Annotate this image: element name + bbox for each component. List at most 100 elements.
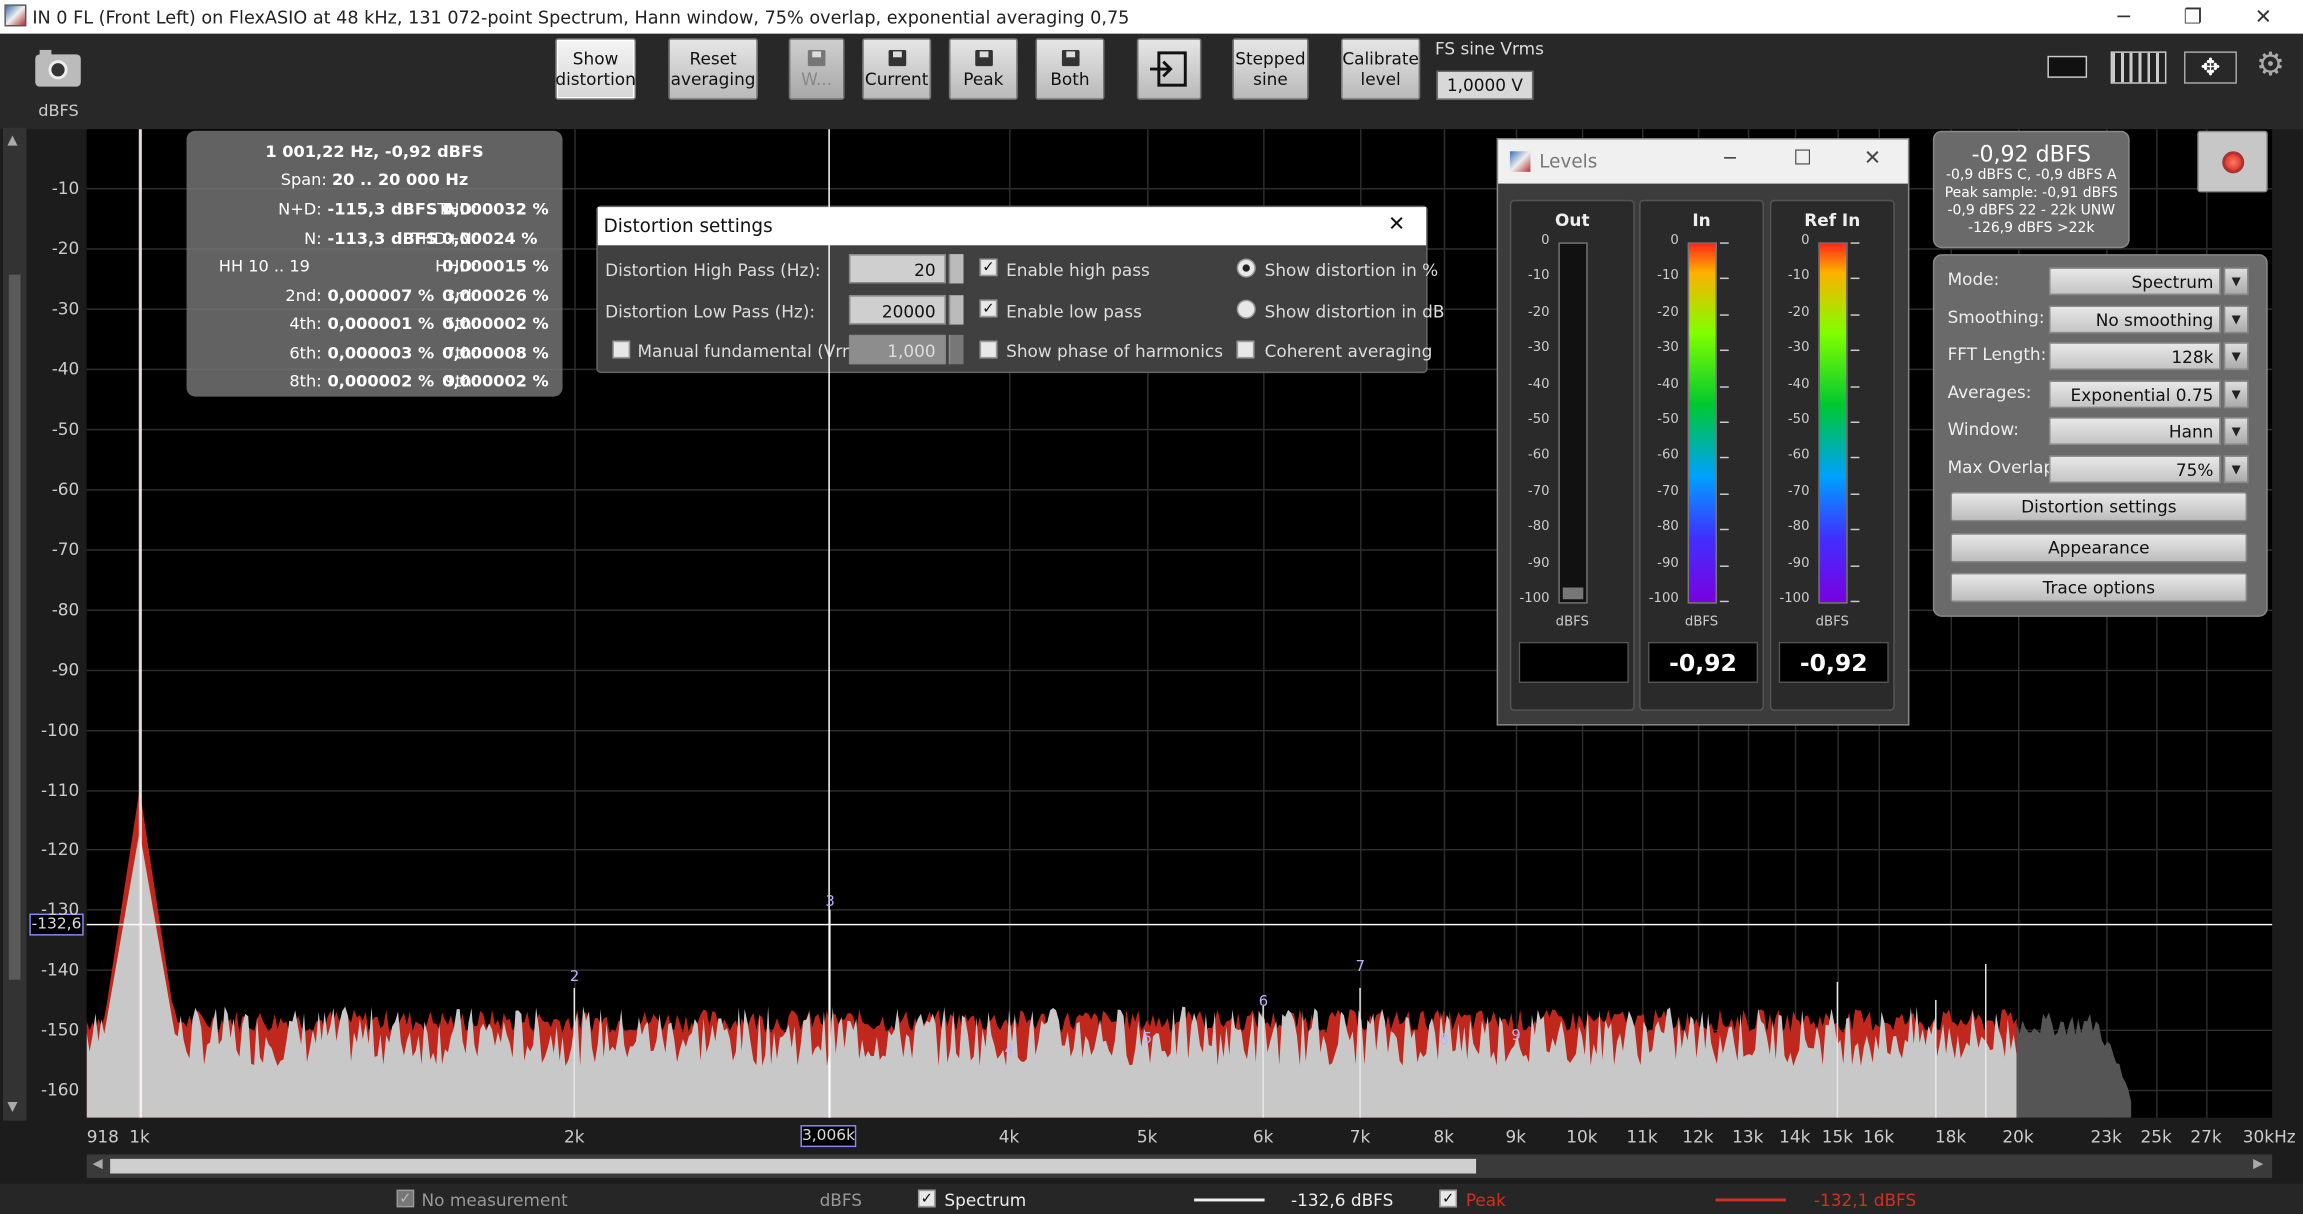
single-panel-icon[interactable]	[2040, 51, 2093, 83]
minimize-button[interactable]: ─	[2090, 0, 2158, 34]
harmonic-marker: 3	[825, 894, 835, 911]
x-tick-label: 6k	[1252, 1126, 1274, 1148]
x-tick-label: 5k	[1136, 1126, 1158, 1148]
show-phase-checkbox[interactable]	[979, 340, 998, 359]
x-tick-label: 18k	[1934, 1126, 1967, 1148]
import-button[interactable]	[1136, 38, 1202, 100]
enable-high-pass-checkbox[interactable]: ✓	[979, 258, 998, 277]
scroll-down-icon[interactable]: ▼	[7, 1100, 17, 1115]
meter-tick	[1850, 242, 1860, 244]
manual-fundamental-input[interactable]: 1,000	[848, 334, 946, 365]
distortion-settings-button[interactable]: Distortion settings	[1950, 492, 2248, 522]
manual-fundamental-spinner[interactable]	[948, 334, 964, 365]
show-db-radio[interactable]	[1236, 299, 1256, 319]
trace-options-button[interactable]: Trace options	[1950, 572, 2248, 603]
levels-maximize-button[interactable]: ☐	[1793, 147, 1811, 171]
scroll-left-icon[interactable]: ◀	[93, 1157, 103, 1172]
manual-fundamental-checkbox[interactable]	[612, 340, 631, 359]
high-pass-spinner[interactable]	[948, 254, 964, 284]
save-icon	[807, 49, 826, 66]
chevron-down-icon[interactable]: ▼	[2223, 454, 2249, 483]
show-distortion-button[interactable]: Show distortion	[555, 38, 636, 100]
dist-row-value: 0,000015 %	[442, 257, 549, 277]
meter-scale-label: 0	[1801, 233, 1810, 249]
peak-checkbox[interactable]: ✓	[1439, 1189, 1457, 1208]
meter-scale-label: -50	[1657, 412, 1679, 428]
low-pass-spinner[interactable]	[948, 295, 964, 325]
meter-scale-label: -70	[1657, 484, 1679, 500]
restore-button[interactable]: ❐	[2159, 0, 2227, 34]
setting-averages-select[interactable]: Exponential 0.75	[2048, 379, 2221, 408]
scroll-right-icon[interactable]: ▶	[2253, 1157, 2263, 1172]
record-button[interactable]	[2197, 130, 2268, 193]
setting-label: Max Overlap:	[1947, 456, 2060, 477]
dist-row-label: 6th:	[289, 342, 322, 363]
x-tick-label: 12k	[1682, 1126, 1714, 1148]
levels-close-button[interactable]: ✕	[1864, 147, 1881, 171]
levels-minimize-button[interactable]: ─	[1724, 148, 1735, 170]
chevron-down-icon[interactable]: ▼	[2223, 304, 2249, 333]
horizontal-scrollbar[interactable]: ◀ ▶	[86, 1154, 2273, 1178]
multi-panel-icon[interactable]	[2110, 51, 2167, 84]
dist-row-value: 0,000001 %	[327, 314, 435, 334]
setting-fft-length-select[interactable]: 128k	[2048, 342, 2221, 371]
dist-row-value: 0,000002 %	[442, 314, 549, 334]
meter-scale-label: -30	[1657, 341, 1679, 356]
peak-value: -132,1 dBFS	[1813, 1189, 1917, 1211]
setting-window-select[interactable]: Hann	[2048, 417, 2221, 446]
meter-tick	[1719, 278, 1729, 280]
dist-row-label: HH 10 .. 19	[218, 257, 310, 277]
current-button[interactable]: Current	[862, 38, 932, 100]
y-tick-label: -120	[40, 839, 80, 860]
scroll-thumb[interactable]	[8, 274, 21, 980]
setting-mode-select[interactable]: Spectrum	[2048, 267, 2221, 296]
w-button[interactable]: W...	[788, 38, 845, 100]
vertical-scrollbar[interactable]: ▲ ▼	[2, 127, 27, 1121]
calibrate-level-button[interactable]: Calibrate level	[1340, 38, 1421, 100]
meter-tick	[1850, 421, 1860, 423]
reset-averaging-button[interactable]: Reset averaging	[668, 38, 758, 100]
meter-tick	[1719, 314, 1729, 316]
spectrum-checkbox[interactable]: ✓	[917, 1189, 936, 1208]
scroll-up-icon[interactable]: ▲	[7, 134, 17, 149]
enable-low-pass-checkbox[interactable]: ✓	[979, 299, 998, 318]
fullscreen-icon[interactable]: ✥	[2184, 51, 2237, 84]
meter-tick	[1850, 385, 1860, 388]
chevron-down-icon[interactable]: ▼	[2223, 379, 2249, 408]
show-percent-radio[interactable]	[1236, 258, 1256, 278]
setting-smoothing-select[interactable]: No smoothing	[2048, 304, 2221, 333]
close-button[interactable]: ✕	[2230, 0, 2298, 34]
meter-unit: dBFS	[1815, 615, 1849, 631]
low-pass-input[interactable]: 20000	[848, 295, 946, 325]
camera-icon[interactable]	[35, 49, 81, 87]
level-meter-out: Out 0 -10 -20 -30 -40 -50 -60 -70 -80 -90 -100 dBFS	[1509, 199, 1635, 711]
stepped-sine-button[interactable]: Stepped sine	[1232, 38, 1309, 100]
y-tick-label: -70	[51, 538, 80, 560]
meter-tick	[1850, 493, 1860, 495]
dist-row-value: 0,000007 %	[327, 285, 435, 305]
level-readout-line: -0,9 dBFS 22 - 22k UNW	[1947, 202, 2116, 219]
high-pass-label: Distortion High Pass (Hz):	[605, 259, 821, 281]
y-tick-label: -160	[40, 1079, 80, 1101]
appearance-button[interactable]: Appearance	[1950, 532, 2248, 562]
coherent-averaging-checkbox[interactable]	[1236, 340, 1255, 359]
peak-button[interactable]: Peak	[948, 38, 1018, 100]
meter-value	[1518, 641, 1629, 683]
dialog-close-button[interactable]: ✕	[1388, 213, 1405, 237]
h-scroll-thumb[interactable]	[110, 1158, 1477, 1174]
meter-tick	[1719, 421, 1729, 423]
high-pass-input[interactable]: 20	[848, 254, 946, 284]
no-measurement-checkbox[interactable]: ✓	[396, 1189, 415, 1208]
both-button[interactable]: Both	[1035, 38, 1105, 100]
meter-scale-label: -80	[1527, 520, 1550, 535]
meter-title: Ref In	[1804, 210, 1861, 231]
enable-high-pass-label: Enable high pass	[1006, 259, 1150, 281]
chevron-down-icon[interactable]: ▼	[2223, 417, 2249, 446]
fs-sine-input[interactable]: 1,0000 V	[1436, 70, 1534, 100]
meter-scale-label: -20	[1527, 305, 1550, 320]
setting-label: Smoothing:	[1947, 306, 2045, 327]
chevron-down-icon[interactable]: ▼	[2223, 267, 2249, 296]
setting-max-overlap-select[interactable]: 75%	[2048, 454, 2221, 483]
chevron-down-icon[interactable]: ▼	[2223, 342, 2249, 371]
gear-icon[interactable]: ⚙	[2256, 47, 2285, 84]
